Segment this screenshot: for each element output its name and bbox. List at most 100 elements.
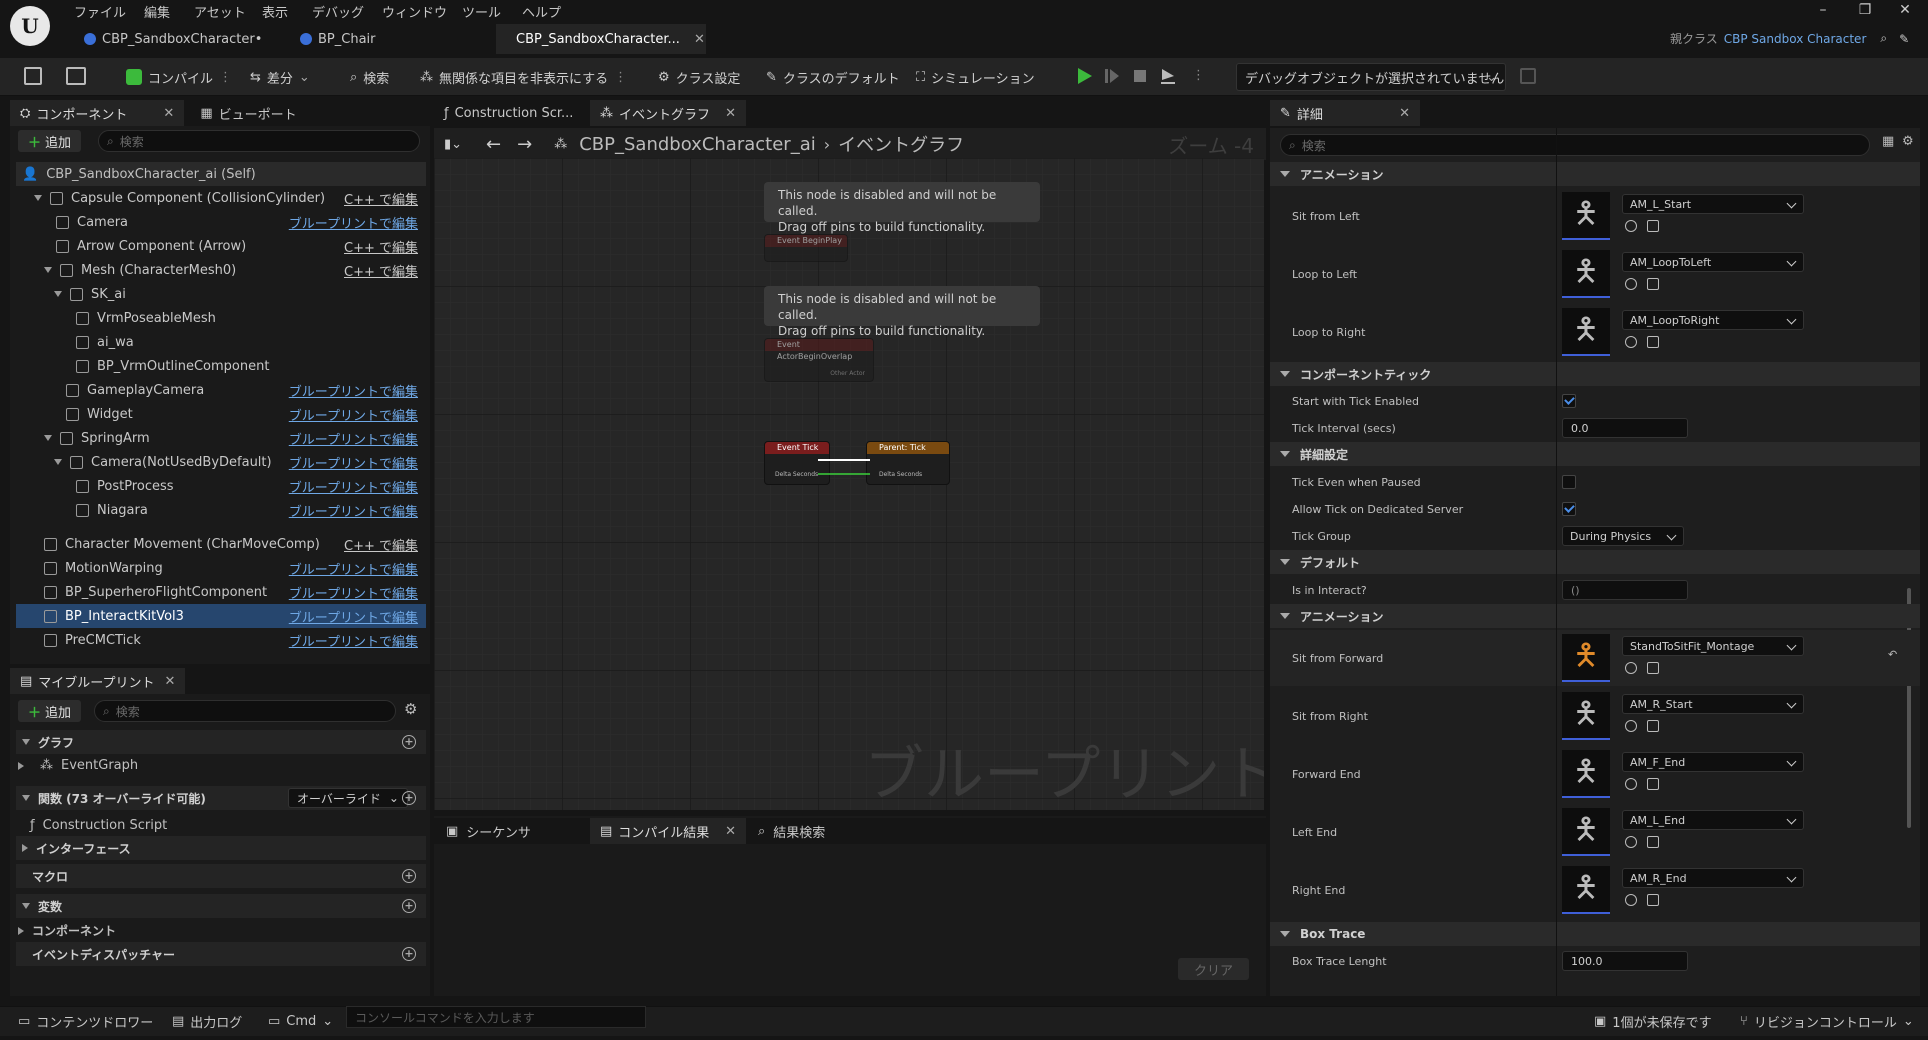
edit-pencil-icon[interactable]: ✎ <box>1899 32 1909 46</box>
tab-components[interactable]: ⛭ コンポーネント ✕ <box>10 100 185 126</box>
asset-picker[interactable]: AM_L_End <box>1622 810 1804 830</box>
section-interfaces[interactable]: インターフェース <box>16 836 426 860</box>
add-circle-icon[interactable]: + <box>402 735 416 749</box>
menu-edit[interactable]: 編集 <box>144 2 170 21</box>
section-advanced[interactable]: 詳細設定 <box>1270 442 1920 466</box>
console-input[interactable]: コンソールコマンドを入力します <box>346 1006 646 1028</box>
asset-thumbnail[interactable]: 🯅 <box>1562 634 1610 682</box>
edit-blueprint-link[interactable]: ブループリントで編集 <box>289 477 418 496</box>
menu-view[interactable]: 表示 <box>262 2 288 21</box>
expand-arrow-icon[interactable] <box>44 267 52 273</box>
asset-picker[interactable]: AM_L_Start <box>1622 194 1804 214</box>
tab-construction-script[interactable]: ƒ Construction Scr... <box>434 100 590 126</box>
section-graphs[interactable]: グラフ + <box>16 730 426 754</box>
browse-folder-icon[interactable] <box>1647 778 1659 790</box>
asset-picker[interactable]: AM_R_Start <box>1622 694 1804 714</box>
section-functions[interactable]: 関数 (73 オーバーライド可能) オーバーライド ⌄ + <box>16 786 426 810</box>
tree-item-postprocess[interactable]: PostProcess ブループリントで編集 <box>16 474 426 498</box>
edit-blueprint-link[interactable]: ブループリントで編集 <box>289 607 418 626</box>
add-component-button[interactable]: ＋ 追加 <box>18 130 82 152</box>
close-icon[interactable]: ✕ <box>725 824 736 839</box>
back-arrow-icon[interactable]: ← <box>486 134 501 155</box>
use-selected-icon[interactable] <box>1625 720 1637 732</box>
tree-item-character-movement[interactable]: Character Movement (CharMoveComp) C++ で編集 <box>16 532 426 556</box>
more-options-icon[interactable]: ⋮ <box>614 70 627 85</box>
menu-asset[interactable]: アセット <box>194 2 246 21</box>
hide-unrelated-button[interactable]: ⁂ 無関係な項目を非表示にする ⋮ <box>420 63 627 91</box>
doc-tab-sandbox-modified[interactable]: CBP_SandboxCharacter• <box>70 24 276 54</box>
minimize-icon[interactable]: – <box>1808 2 1838 18</box>
menu-file[interactable]: ファイル <box>74 2 126 21</box>
class-settings-button[interactable]: ⚙ クラス設定 <box>658 63 740 91</box>
add-circle-icon[interactable]: + <box>402 791 416 805</box>
start-with-tick-checkbox[interactable] <box>1562 394 1576 408</box>
more-options-icon[interactable]: ⋮ <box>219 70 232 85</box>
details-search-input[interactable]: ⌕ 検索 <box>1280 134 1870 156</box>
tree-item-motion-warping[interactable]: MotionWarping ブループリントで編集 <box>16 556 426 580</box>
close-icon[interactable]: ✕ <box>1399 106 1410 121</box>
close-icon[interactable]: ✕ <box>694 32 705 47</box>
simulation-button[interactable]: ⛶ シミュレーション <box>916 63 1035 91</box>
section-animation[interactable]: アニメーション <box>1270 162 1920 186</box>
tree-item-vrm-poseable[interactable]: VrmPoseableMesh <box>16 306 426 330</box>
section-component-tick[interactable]: コンポーネントティック <box>1270 362 1920 386</box>
eject-icon[interactable] <box>1158 66 1178 86</box>
edit-blueprint-link[interactable]: ブループリントで編集 <box>289 501 418 520</box>
is-in-interact-field[interactable]: () <box>1562 580 1688 600</box>
use-selected-icon[interactable] <box>1625 836 1637 848</box>
asset-thumbnail[interactable]: 🯅 <box>1562 192 1610 240</box>
doc-tab-bp-chair[interactable]: BP_Chair <box>286 24 390 54</box>
revision-control-button[interactable]: ⑂ リビジョンコントロール ⌄ <box>1740 1011 1914 1031</box>
tab-viewport[interactable]: ▦ ビューポート <box>184 104 296 123</box>
debug-filter-icon[interactable] <box>1520 68 1536 84</box>
expand-arrow-icon[interactable] <box>54 459 62 465</box>
step-icon[interactable] <box>1102 66 1122 86</box>
menu-window[interactable]: ウィンドウ <box>382 2 447 21</box>
gear-icon[interactable]: ⚙ <box>1902 134 1914 149</box>
asset-thumbnail[interactable]: 🯅 <box>1562 692 1610 740</box>
search-icon[interactable]: ⌕ <box>1880 31 1887 46</box>
edit-blueprint-link[interactable]: ブループリントで編集 <box>289 631 418 650</box>
tab-details[interactable]: ✎ 詳細 ✕ <box>1270 100 1420 126</box>
clear-button[interactable]: クリア <box>1178 958 1250 980</box>
asset-picker[interactable]: StandToSitFit_Montage <box>1622 636 1804 656</box>
compile-button[interactable]: コンパイル ⋮ <box>126 63 232 91</box>
section-animation-2[interactable]: アニメーション <box>1270 604 1920 628</box>
edit-blueprint-link[interactable]: ブループリントで編集 <box>289 381 418 400</box>
edit-blueprint-link[interactable]: ブループリントで編集 <box>289 213 418 232</box>
section-variables[interactable]: 変数 + <box>16 894 426 918</box>
debug-object-select[interactable]: デバッグオブジェクトが選択されていません ⌄ <box>1236 63 1506 91</box>
more-options-icon[interactable]: ⋮ <box>1192 68 1205 83</box>
reset-to-default-icon[interactable]: ↶ <box>1888 648 1897 661</box>
close-icon[interactable]: ✕ <box>725 106 736 121</box>
expand-arrow-icon[interactable] <box>44 435 52 441</box>
node-event-begin-overlap[interactable]: Event ActorBeginOverlap Other Actor <box>764 338 874 382</box>
unreal-logo-icon[interactable]: U <box>10 6 50 46</box>
add-circle-icon[interactable]: + <box>402 899 416 913</box>
use-selected-icon[interactable] <box>1625 778 1637 790</box>
gear-icon[interactable]: ⚙ <box>404 700 417 718</box>
tree-item-widget[interactable]: Widget ブループリントで編集 <box>16 402 426 426</box>
browse-folder-icon[interactable] <box>1647 278 1659 290</box>
my-blueprint-search-input[interactable]: ⌕ 検索 <box>94 700 396 722</box>
browse-folder-icon[interactable] <box>1647 220 1659 232</box>
play-icon[interactable] <box>1074 66 1094 86</box>
asset-picker[interactable]: AM_LoopToLeft <box>1622 252 1804 272</box>
override-dropdown[interactable]: オーバーライド ⌄ <box>288 788 408 808</box>
restore-icon[interactable]: ❐ <box>1850 2 1880 18</box>
table-view-icon[interactable]: ▦ <box>1882 134 1894 149</box>
add-circle-icon[interactable]: + <box>402 947 416 961</box>
edit-cpp-link[interactable]: C++ で編集 <box>344 535 418 554</box>
tree-item-arrow[interactable]: Arrow Component (Arrow) C++ で編集 <box>16 234 426 258</box>
edit-blueprint-link[interactable]: ブループリントで編集 <box>289 559 418 578</box>
asset-picker[interactable]: AM_LoopToRight <box>1622 310 1804 330</box>
add-member-button[interactable]: ＋ 追加 <box>18 700 82 722</box>
breadcrumb-root[interactable]: CBP_SandboxCharacter_ai <box>579 134 816 155</box>
browse-folder-icon[interactable] <box>1647 836 1659 848</box>
browse-folder-icon[interactable] <box>66 67 86 85</box>
asset-thumbnail[interactable]: 🯅 <box>1562 250 1610 298</box>
asset-thumbnail[interactable]: 🯅 <box>1562 750 1610 798</box>
expand-arrow-icon[interactable] <box>34 195 42 201</box>
tree-item-mesh[interactable]: Mesh (CharacterMesh0) C++ で編集 <box>16 258 426 282</box>
edit-blueprint-link[interactable]: ブループリントで編集 <box>289 405 418 424</box>
